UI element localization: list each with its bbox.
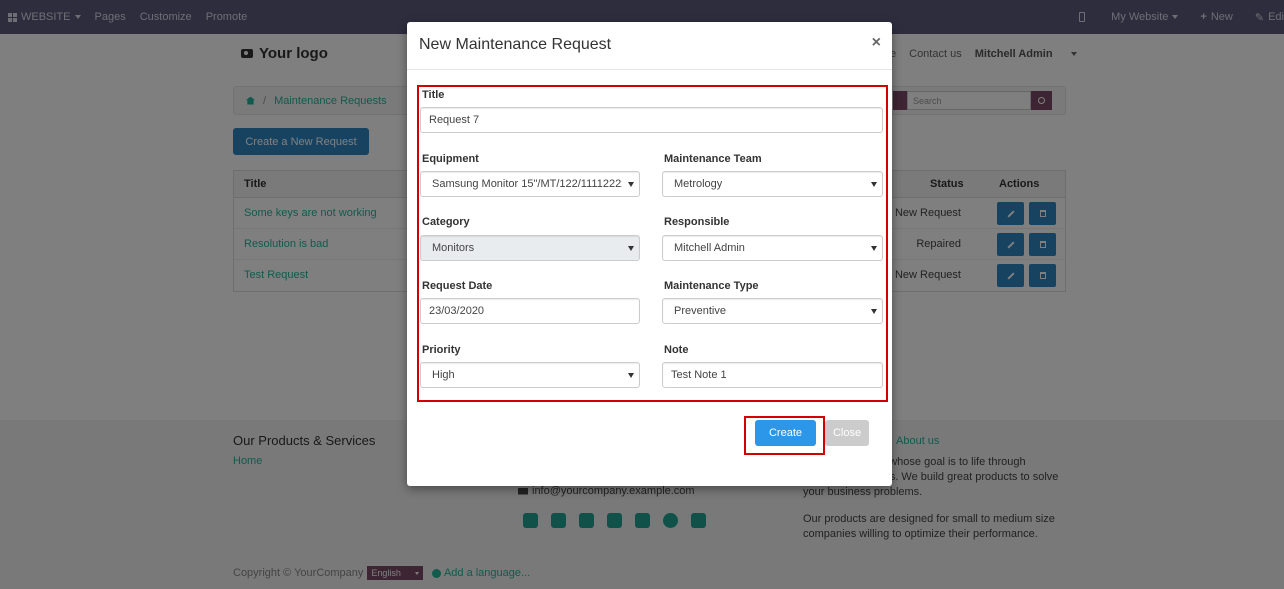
modal-header: New Maintenance Request × [407, 22, 892, 70]
request-date-input[interactable]: 23/03/2020 [420, 298, 640, 324]
close-icon[interactable]: × [872, 34, 881, 52]
request-date-value: 23/03/2020 [429, 305, 485, 317]
dropdown-arrow-icon [628, 246, 634, 251]
note-value: Test Note 1 [671, 369, 727, 381]
modal-title: New Maintenance Request [419, 36, 612, 53]
maintenance-type-label: Maintenance Type [664, 280, 759, 292]
priority-select[interactable]: High [420, 362, 640, 388]
maintenance-type-select[interactable]: Preventive [662, 298, 883, 324]
equipment-label: Equipment [422, 153, 479, 165]
dropdown-arrow-icon [628, 373, 634, 378]
category-value: Monitors [432, 242, 475, 254]
note-input[interactable]: Test Note 1 [662, 362, 883, 388]
form-highlight: Title Request 7 Equipment Samsung Monito… [417, 85, 888, 402]
category-label: Category [422, 216, 470, 228]
title-label: Title [422, 89, 445, 101]
category-select: Monitors [420, 235, 640, 261]
dropdown-arrow-icon [628, 182, 634, 187]
responsible-value: Mitchell Admin [674, 242, 745, 254]
equipment-select[interactable]: Samsung Monitor 15"/MT/122/11112222 [420, 171, 640, 197]
dropdown-arrow-icon [871, 309, 877, 314]
maintenance-type-value: Preventive [674, 305, 726, 317]
team-value: Metrology [674, 178, 723, 190]
priority-value: High [432, 369, 455, 381]
note-label: Note [664, 344, 689, 356]
responsible-label: Responsible [664, 216, 730, 228]
close-button[interactable]: Close [825, 420, 869, 446]
equipment-value: Samsung Monitor 15"/MT/122/11112222 [432, 178, 622, 190]
request-date-label: Request Date [422, 280, 493, 292]
priority-label: Priority [422, 344, 461, 356]
team-select[interactable]: Metrology [662, 171, 883, 197]
team-label: Maintenance Team [664, 153, 762, 165]
dropdown-arrow-icon [871, 182, 877, 187]
dropdown-arrow-icon [871, 246, 877, 251]
create-button[interactable]: Create [755, 420, 816, 446]
title-input-value: Request 7 [429, 114, 480, 126]
new-request-dialog: New Maintenance Request × Title Request … [407, 22, 892, 486]
responsible-select[interactable]: Mitchell Admin [662, 235, 883, 261]
title-input[interactable]: Request 7 [420, 107, 883, 133]
